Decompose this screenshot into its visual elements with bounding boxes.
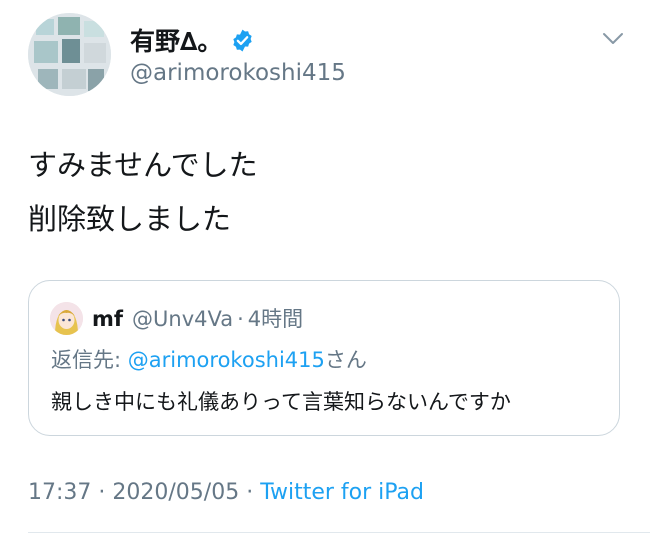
divider	[28, 532, 650, 533]
quoted-tweet-header: mf @Unv4Va · 4時間	[92, 303, 303, 333]
quoted-author-handle[interactable]: @Unv4Va	[132, 307, 233, 331]
quoted-tweet-card[interactable]: mf @Unv4Va · 4時間 返信先: @arimorokoshi415さん…	[28, 280, 620, 436]
tweet-source-link[interactable]: Twitter for iPad	[260, 480, 424, 505]
author-display-name-row[interactable]: 有野∆。	[130, 22, 255, 58]
replying-to-handle[interactable]: @arimorokoshi415	[128, 348, 325, 372]
replying-to-line: 返信先: @arimorokoshi415さん	[51, 344, 367, 374]
chevron-down-icon[interactable]	[600, 28, 626, 48]
quoted-tweet-time[interactable]: 4時間	[248, 303, 303, 333]
verified-badge-icon	[230, 28, 255, 53]
author-handle[interactable]: @arimorokoshi415	[130, 60, 346, 86]
quoted-header-separator: ·	[237, 307, 244, 331]
quoted-tweet-text: 親しき中にも礼儀ありって言葉知らないんですか	[51, 390, 511, 414]
tweet-text: すみませんでした 削除致しました	[28, 138, 258, 246]
tweet-metadata: 17:37 · 2020/05/05 · Twitter for iPad	[28, 480, 424, 505]
quoted-author-avatar-image	[50, 302, 83, 335]
author-display-name[interactable]: 有野∆。	[130, 22, 222, 58]
quoted-author-avatar[interactable]	[50, 302, 83, 335]
meta-separator: ·	[239, 480, 261, 505]
tweet-time[interactable]: 17:37	[28, 480, 91, 505]
quoted-author-name[interactable]: mf	[92, 307, 123, 331]
tweet-date[interactable]: 2020/05/05	[112, 480, 239, 505]
replying-to-prefix: 返信先:	[51, 348, 128, 372]
replying-to-suffix: さん	[324, 348, 367, 372]
tweet-text-line: 削除致しました	[28, 202, 232, 236]
tweet-text-line: すみませんでした	[28, 148, 258, 182]
meta-separator: ·	[91, 480, 113, 505]
author-avatar-image	[28, 13, 111, 96]
author-avatar[interactable]	[28, 13, 111, 96]
